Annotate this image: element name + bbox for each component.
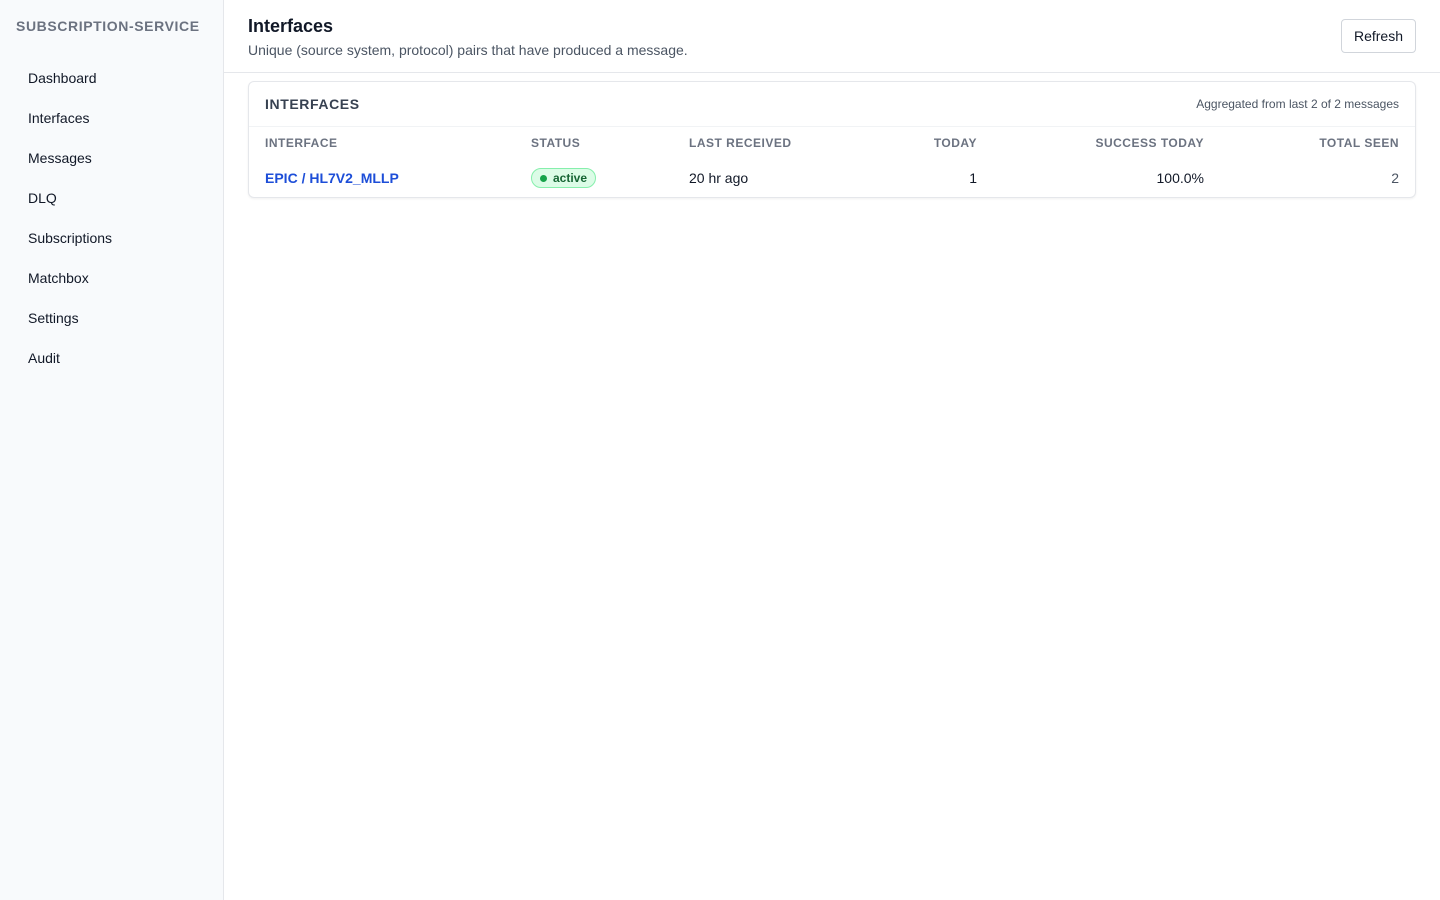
status-badge: active — [531, 168, 597, 188]
interface-link[interactable]: EPIC / HL7V2_MLLP — [265, 170, 399, 186]
column-header-success-today[interactable]: SUCCESS TODAY — [993, 127, 1220, 159]
column-header-status[interactable]: STATUS — [515, 127, 673, 159]
sidebar-item-messages[interactable]: Messages — [0, 138, 223, 178]
table-row: EPIC / HL7V2_MLLP active 20 hr ago 1 100… — [249, 159, 1415, 197]
column-header-today[interactable]: TODAY — [873, 127, 993, 159]
table-header-row: INTERFACE STATUS LAST RECEIVED TODAY SUC… — [249, 127, 1415, 159]
cell-success-today: 100.0% — [1156, 170, 1204, 186]
sidebar-item-settings[interactable]: Settings — [0, 298, 223, 338]
cell-total-seen: 2 — [1391, 170, 1399, 186]
refresh-button[interactable]: Refresh — [1340, 19, 1416, 53]
page-header: Interfaces Unique (source system, protoc… — [224, 0, 1440, 73]
sidebar-item-matchbox[interactable]: Matchbox — [0, 258, 223, 298]
sidebar: SUBSCRIPTION-SERVICE Dashboard Interface… — [0, 0, 224, 900]
column-header-last-received[interactable]: LAST RECEIVED — [673, 127, 873, 159]
status-dot-icon — [540, 174, 547, 182]
page-title: Interfaces — [248, 16, 334, 36]
sidebar-item-dlq[interactable]: DLQ — [0, 178, 223, 218]
status-label: active — [553, 171, 588, 185]
card-header: INTERFACES Aggregated from last 2 of 2 m… — [249, 82, 1415, 127]
interfaces-card: INTERFACES Aggregated from last 2 of 2 m… — [248, 81, 1416, 198]
cell-interface: EPIC / HL7V2_MLLP — [249, 159, 515, 197]
interfaces-table: INTERFACE STATUS LAST RECEIVED TODAY SUC… — [249, 127, 1415, 197]
sidebar-item-subscriptions[interactable]: Subscriptions — [0, 218, 223, 258]
content-area: INTERFACES Aggregated from last 2 of 2 m… — [224, 73, 1440, 198]
card-meta: Aggregated from last 2 of 2 messages — [1196, 97, 1399, 111]
cell-status: active — [515, 159, 673, 197]
card-title: INTERFACES — [265, 96, 360, 112]
sidebar-item-dashboard[interactable]: Dashboard — [0, 58, 223, 98]
page-heading: Interfaces Unique (source system, protoc… — [248, 15, 688, 59]
sidebar-item-interfaces[interactable]: Interfaces — [0, 98, 223, 138]
column-header-total-seen[interactable]: TOTAL SEEN — [1220, 127, 1415, 159]
main-content: Interfaces Unique (source system, protoc… — [224, 0, 1440, 900]
sidebar-nav: Dashboard Interfaces Messages DLQ Subscr… — [0, 52, 223, 378]
page-subtitle: Unique (source system, protocol) pairs t… — [248, 42, 688, 58]
brand-name: SUBSCRIPTION-SERVICE — [16, 18, 200, 34]
cell-last-received: 20 hr ago — [689, 170, 749, 186]
cell-today: 1 — [969, 170, 977, 186]
column-header-interface[interactable]: INTERFACE — [249, 127, 515, 159]
app: SUBSCRIPTION-SERVICE Dashboard Interface… — [0, 0, 1440, 900]
sidebar-item-audit[interactable]: Audit — [0, 338, 223, 378]
